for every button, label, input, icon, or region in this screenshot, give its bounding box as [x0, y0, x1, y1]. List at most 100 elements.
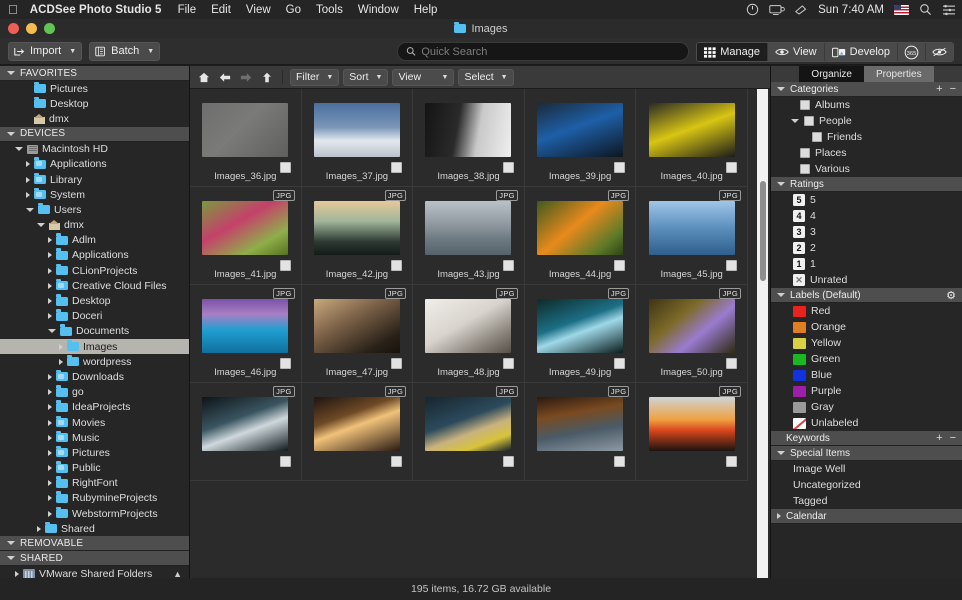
thumbnail-image[interactable] — [425, 397, 511, 451]
tree-item-creative-cloud-files[interactable]: Creative Cloud Files — [0, 278, 189, 293]
tree-item-pictures[interactable]: Pictures — [0, 81, 189, 96]
thumbnail-checkbox[interactable] — [726, 456, 737, 467]
rating-item-4[interactable]: 44 — [771, 208, 962, 224]
chevron-right-icon[interactable] — [48, 268, 52, 274]
thumbnail-cell[interactable]: JPG — [525, 383, 637, 481]
thumbnail-cell[interactable]: JPG — [413, 383, 525, 481]
mode-eye-slash[interactable] — [926, 43, 953, 61]
tree-item-desktop[interactable]: Desktop — [0, 96, 189, 111]
up-icon[interactable] — [258, 69, 275, 85]
chevron-down-icon[interactable] — [7, 132, 15, 136]
thumbnail-cell[interactable]: Images_38.jpg — [413, 89, 525, 187]
chevron-right-icon[interactable] — [48, 404, 52, 410]
chevron-right-icon[interactable] — [48, 313, 52, 319]
chevron-right-icon[interactable] — [26, 161, 30, 167]
thumbnail-cell[interactable]: JPGImages_45.jpg — [636, 187, 748, 285]
thumbnail-image[interactable] — [314, 201, 400, 255]
category-item-friends[interactable]: Friends — [771, 129, 962, 145]
category-checkbox[interactable] — [804, 116, 814, 126]
mode-develop[interactable]: Develop — [825, 43, 898, 61]
thumbnail-checkbox[interactable] — [391, 456, 402, 467]
import-button[interactable]: Import ▼ — [8, 42, 82, 61]
content-scrollbar[interactable] — [757, 89, 768, 578]
gear-icon[interactable]: ⚙ — [946, 289, 956, 302]
chevron-right-icon[interactable] — [777, 513, 781, 519]
view-dropdown[interactable]: View ▼ — [392, 69, 454, 86]
remove-keyword-button[interactable]: − — [950, 432, 956, 444]
special-item-uncategorized[interactable]: Uncategorized — [771, 477, 962, 493]
chevron-right-icon[interactable] — [48, 252, 52, 258]
thumbnail-checkbox[interactable] — [614, 456, 625, 467]
tree-item-system[interactable]: System — [0, 187, 189, 202]
chevron-down-icon[interactable] — [7, 541, 15, 545]
thumbnail-cell[interactable]: JPGImages_44.jpg — [525, 187, 637, 285]
chevron-down-icon[interactable] — [777, 293, 785, 297]
control-center-icon[interactable] — [942, 4, 956, 16]
thumbnail-cell[interactable]: Images_36.jpg — [190, 89, 302, 187]
add-keyword-button[interactable]: + — [936, 432, 942, 444]
thumbnail-image[interactable] — [314, 397, 400, 451]
tree-item-rubymineprojects[interactable]: RubymineProjects — [0, 491, 189, 506]
chevron-right-icon[interactable] — [37, 526, 41, 532]
thumbnail-image[interactable] — [202, 201, 288, 255]
chevron-right-icon[interactable] — [26, 192, 30, 198]
search-icon[interactable] — [919, 3, 932, 16]
mode-manage[interactable]: Manage — [697, 43, 768, 61]
flag-icon[interactable] — [894, 5, 909, 15]
thumbnail-image[interactable] — [537, 299, 623, 353]
section-ratings[interactable]: Ratings — [771, 177, 962, 192]
section-special-items[interactable]: Special Items — [771, 446, 962, 461]
thumbnail-checkbox[interactable] — [503, 456, 514, 467]
chevron-right-icon[interactable] — [48, 435, 52, 441]
chevron-right-icon[interactable] — [59, 359, 63, 365]
thumbnail-cell[interactable]: Images_39.jpg — [525, 89, 637, 187]
chevron-down-icon[interactable] — [7, 71, 15, 75]
thumbnail-image[interactable] — [649, 201, 735, 255]
chevron-right-icon[interactable] — [59, 344, 63, 350]
tree-item-movies[interactable]: Movies — [0, 415, 189, 430]
chevron-down-icon[interactable]: ▼ — [147, 48, 154, 55]
chevron-right-icon[interactable] — [48, 298, 52, 304]
power-icon[interactable] — [746, 3, 759, 16]
label-item-blue[interactable]: Blue — [771, 367, 962, 383]
chevron-down-icon[interactable] — [26, 208, 34, 212]
category-checkbox[interactable] — [812, 132, 822, 142]
chevron-right-icon[interactable] — [48, 283, 52, 289]
section-categories[interactable]: Categories+− — [771, 82, 962, 97]
chevron-right-icon[interactable] — [48, 480, 52, 486]
category-item-people[interactable]: People — [771, 113, 962, 129]
thumbnail-cell[interactable]: Images_40.jpg — [636, 89, 748, 187]
thumbnail-image[interactable] — [202, 299, 288, 353]
rating-item-5[interactable]: 55 — [771, 192, 962, 208]
select-dropdown[interactable]: Select ▼ — [458, 69, 513, 86]
thumbnail-cell[interactable]: JPG — [302, 383, 414, 481]
thumbnail-image[interactable] — [202, 397, 288, 451]
thumbnail-image[interactable] — [314, 299, 400, 353]
thumbnail-cell[interactable]: JPGImages_42.jpg — [302, 187, 414, 285]
section-labels[interactable]: Labels (Default)⚙ — [771, 288, 962, 303]
chevron-right-icon[interactable] — [48, 374, 52, 380]
section-calendar[interactable]: Calendar — [771, 509, 962, 524]
category-checkbox[interactable] — [800, 100, 810, 110]
thumbnail-cell[interactable]: JPGImages_46.jpg — [190, 285, 302, 383]
sort-dropdown[interactable]: Sort ▼ — [343, 69, 388, 86]
thumbnail-cell[interactable]: JPGImages_50.jpg — [636, 285, 748, 383]
mode-view[interactable]: View — [768, 43, 825, 61]
add-category-button[interactable]: + — [936, 83, 942, 95]
sidebar-section-favorites[interactable]: FAVORITES — [0, 66, 189, 81]
back-icon[interactable] — [216, 69, 233, 85]
tree-item-users[interactable]: Users — [0, 202, 189, 217]
thumbnail-image[interactable] — [649, 397, 735, 451]
thumbnail-cell[interactable]: JPGImages_47.jpg — [302, 285, 414, 383]
thumbnail-cell[interactable]: JPG — [636, 383, 748, 481]
forward-icon[interactable] — [237, 69, 254, 85]
thumbnail-cell[interactable]: JPG — [190, 383, 302, 481]
thumbnail-image[interactable] — [649, 299, 735, 353]
label-item-purple[interactable]: Purple — [771, 383, 962, 399]
chevron-down-icon[interactable] — [37, 223, 45, 227]
thumbnail-cell[interactable]: JPGImages_43.jpg — [413, 187, 525, 285]
apple-logo-icon[interactable]:  — [8, 3, 18, 16]
chevron-right-icon[interactable] — [48, 420, 52, 426]
tree-item-library[interactable]: Library — [0, 172, 189, 187]
tree-item-images[interactable]: Images — [0, 339, 189, 354]
